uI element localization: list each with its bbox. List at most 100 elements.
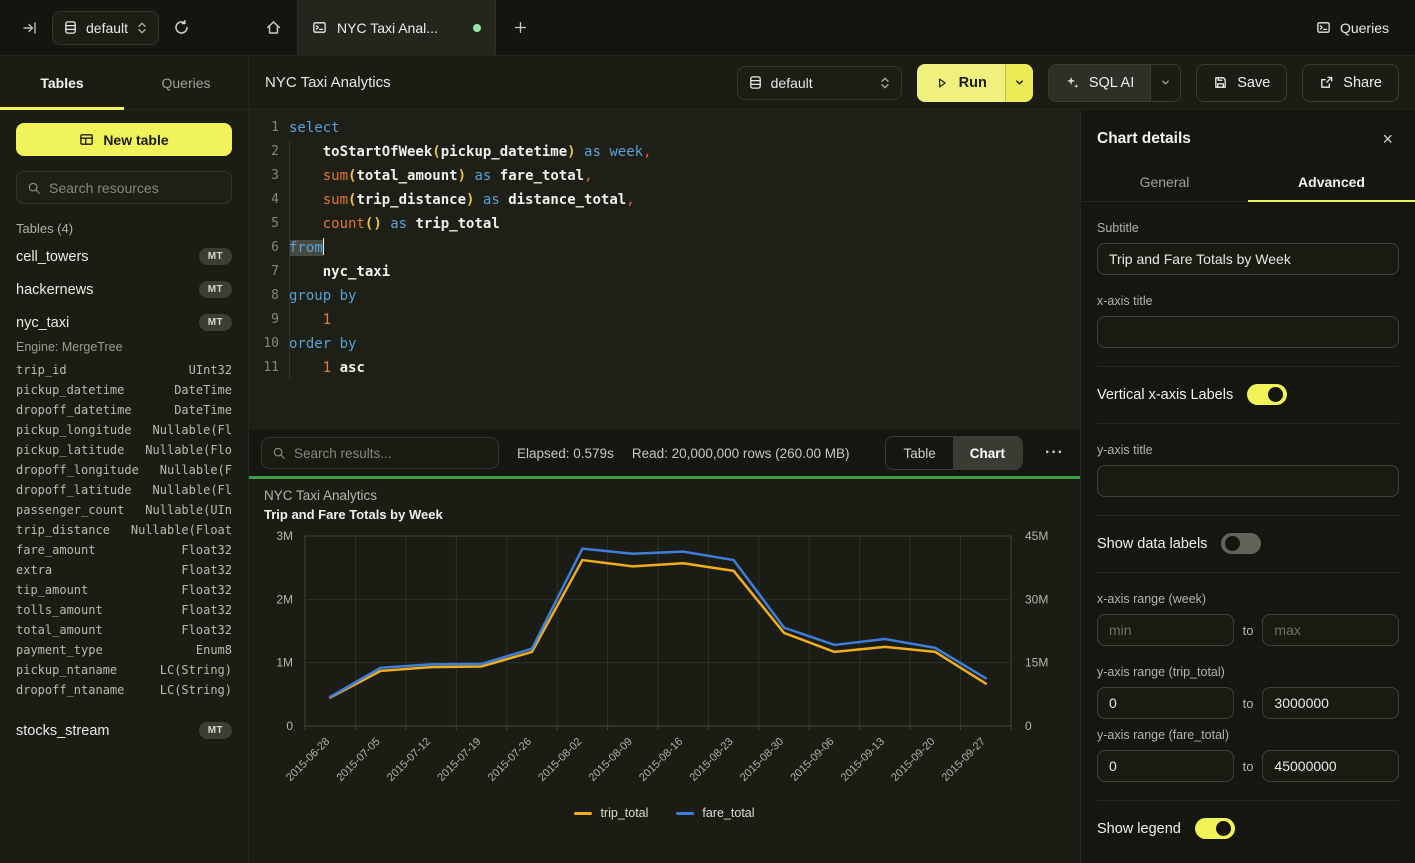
run-options-chevron[interactable] [1005, 64, 1033, 102]
yaxis-title-input[interactable] [1097, 465, 1399, 497]
column-name: tolls_amount [16, 603, 103, 617]
chart-legend: trip_total fare_total [249, 806, 1080, 820]
save-button[interactable]: Save [1196, 64, 1287, 102]
line-number: 1 [249, 116, 279, 140]
sql-ai-chevron[interactable] [1150, 65, 1180, 101]
legend-item-trip_total[interactable]: trip_total [574, 806, 648, 820]
table-row-cell_towers[interactable]: cell_towersMT [10, 240, 238, 273]
svg-text:2015-07-12: 2015-07-12 [385, 736, 433, 784]
run-label: Run [959, 75, 987, 91]
to-label: to [1243, 696, 1254, 711]
svg-text:2M: 2M [276, 592, 293, 606]
run-button[interactable]: Run [917, 64, 1033, 102]
queries-button[interactable]: Queries [1316, 20, 1389, 36]
results-search-input[interactable] [294, 446, 488, 461]
table-engine-label: Engine: MergeTree [16, 339, 232, 360]
token: trip_distance [356, 192, 466, 208]
yaxis-range-fare-label: y-axis range (fare_total) [1097, 728, 1399, 742]
line-number: 9 [249, 308, 279, 332]
new-table-label: New table [103, 132, 168, 148]
table-name: stocks_stream [16, 723, 109, 739]
column-type: LC(String) [160, 683, 232, 697]
svg-text:0: 0 [1025, 719, 1032, 733]
tables-section-label: Tables (4) [16, 221, 232, 236]
tab-general-label: General [1140, 174, 1190, 190]
token: , [643, 144, 651, 160]
tab-advanced[interactable]: Advanced [1248, 163, 1415, 201]
new-table-button[interactable]: New table [16, 123, 232, 156]
svg-text:2015-08-16: 2015-08-16 [637, 736, 685, 784]
column-type: Nullable(F [160, 463, 232, 477]
column-type: Float32 [181, 563, 232, 577]
show-data-labels-toggle[interactable] [1221, 533, 1261, 554]
editor-line: 4 sum(trip_distance) as distance_total, [249, 188, 1080, 212]
tab-general[interactable]: General [1081, 163, 1248, 201]
sql-ai-button[interactable]: SQL AI [1048, 64, 1181, 102]
elapsed-stat: Elapsed: 0.579s [517, 446, 614, 461]
column-name: fare_amount [16, 543, 95, 557]
table-row-nyc_taxi[interactable]: nyc_taxiMT [10, 306, 238, 339]
query-title: NYC Taxi Analytics [265, 74, 391, 91]
column-name: extra [16, 563, 52, 577]
view-chart-option[interactable]: Chart [953, 437, 1022, 469]
svg-text:2015-07-19: 2015-07-19 [435, 736, 483, 784]
table-name: hackernews [16, 282, 93, 298]
svg-text:3M: 3M [276, 529, 293, 543]
sidebar-tabs: Tables Queries [0, 56, 248, 110]
token [289, 360, 323, 376]
token [331, 360, 339, 376]
database-selector-topbar[interactable]: default [52, 11, 159, 45]
token: , [626, 192, 634, 208]
results-search[interactable] [261, 437, 499, 469]
database-value: default [771, 75, 813, 91]
code-line: sum(trip_distance) as distance_total, [289, 188, 635, 212]
svg-text:2015-08-09: 2015-08-09 [587, 736, 635, 784]
sidebar-tab-queries[interactable]: Queries [124, 56, 248, 109]
xaxis-range-min-input[interactable] [1097, 614, 1234, 646]
sidebar-search-input[interactable] [49, 180, 221, 196]
show-legend-label: Show legend [1097, 821, 1181, 837]
yaxis-range-fare-min-input[interactable] [1097, 750, 1234, 782]
vertical-xaxis-labels-toggle[interactable] [1247, 384, 1287, 405]
column-row: dropoff_longitude Nullable(F [16, 460, 232, 480]
column-name: dropoff_longitude [16, 463, 139, 477]
table-row-stocks_stream[interactable]: stocks_streamMT [10, 714, 238, 747]
column-row: tolls_amount Float32 [16, 600, 232, 620]
subtitle-input[interactable] [1097, 243, 1399, 275]
show-legend-toggle[interactable] [1195, 818, 1235, 839]
database-value: default [86, 20, 128, 36]
share-label: Share [1343, 75, 1382, 91]
column-type: Float32 [181, 603, 232, 617]
sql-editor[interactable]: 1select2 toStartOfWeek(pickup_datetime) … [249, 110, 1080, 430]
new-tab-icon[interactable] [496, 0, 544, 55]
yaxis-range-fare-max-input[interactable] [1262, 750, 1399, 782]
table-row-hackernews[interactable]: hackernewsMT [10, 273, 238, 306]
sidebar-tab-tables[interactable]: Tables [0, 56, 124, 109]
share-button[interactable]: Share [1302, 64, 1399, 102]
sidebar-collapse-icon[interactable] [22, 20, 38, 36]
refresh-icon[interactable] [173, 19, 190, 36]
close-icon[interactable]: × [1382, 130, 1393, 148]
panel-tabs: General Advanced [1081, 163, 1415, 202]
token: 1 [323, 360, 331, 376]
svg-text:2015-09-06: 2015-09-06 [788, 736, 836, 784]
yaxis-range-trip-max-input[interactable] [1262, 687, 1399, 719]
xaxis-title-input[interactable] [1097, 316, 1399, 348]
tables-list: cell_towersMThackernewsMTnyc_taxiMTEngin… [16, 240, 232, 747]
more-options-icon[interactable]: ··· [1041, 444, 1068, 462]
mergetree-badge: MT [199, 314, 232, 331]
token: ) [373, 216, 381, 232]
xaxis-range-max-input[interactable] [1262, 614, 1399, 646]
home-icon[interactable] [249, 0, 297, 55]
query-header: NYC Taxi Analytics default Run [249, 56, 1415, 110]
editor-line: 6from [249, 236, 1080, 260]
code-line: nyc_taxi [289, 260, 390, 284]
legend-item-fare_total[interactable]: fare_total [676, 806, 754, 820]
yaxis-range-trip-min-input[interactable] [1097, 687, 1234, 719]
database-selector-query[interactable]: default [737, 66, 902, 100]
column-row: trip_idUInt32 [16, 360, 232, 380]
column-type: Float32 [181, 583, 232, 597]
tab-nyc-taxi-analytics[interactable]: NYC Taxi Anal... [297, 0, 496, 55]
view-table-option[interactable]: Table [886, 437, 952, 469]
sidebar-search[interactable] [16, 171, 232, 204]
